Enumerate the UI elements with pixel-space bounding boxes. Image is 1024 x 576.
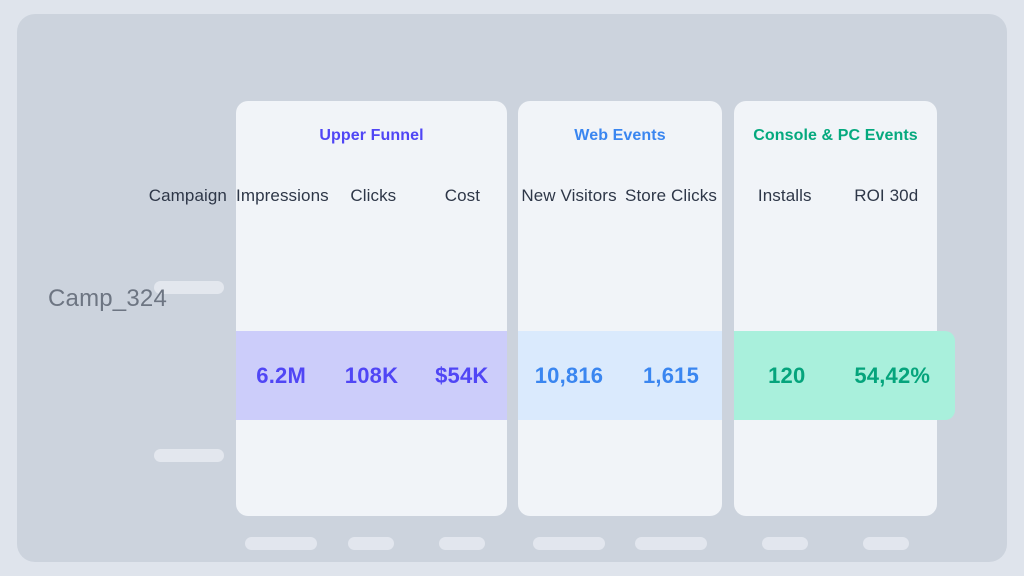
placeholder-cell xyxy=(518,537,620,550)
placeholder-cell xyxy=(620,537,722,550)
column-header-cost[interactable]: Cost xyxy=(418,181,507,211)
campaign-row-placeholder xyxy=(154,449,224,462)
active-data-row-upper-funnel[interactable]: 6.2M 108K $54K xyxy=(236,331,507,420)
metric-group-card-upper-funnel: Upper Funnel Impressions Clicks Cost xyxy=(236,101,507,550)
active-data-row-web-events[interactable]: 10,816 1,615 xyxy=(518,331,722,420)
metric-group-card-web-events: Web Events New Visitors Store Clicks xyxy=(518,101,722,550)
metric-group-title: Console & PC Events xyxy=(753,127,918,144)
value-store-clicks: 1,615 xyxy=(642,362,700,388)
column-header-clicks[interactable]: Clicks xyxy=(329,181,418,211)
placeholder-cell xyxy=(326,537,416,550)
column-header-installs[interactable]: Installs xyxy=(734,181,836,211)
value-clicks: 108K xyxy=(344,362,399,388)
column-header-impressions[interactable]: Impressions xyxy=(236,181,329,211)
value-cost: $54K xyxy=(435,362,489,388)
placeholder-cell xyxy=(836,537,938,550)
campaign-column-header: Campaign xyxy=(148,186,227,205)
value-installs: 120 xyxy=(768,362,806,388)
placeholder-row xyxy=(236,537,507,550)
column-header-row: Impressions Clicks Cost xyxy=(236,181,507,211)
placeholder-cell xyxy=(417,537,507,550)
value-new-visitors: 10,816 xyxy=(534,362,604,388)
placeholder-cell xyxy=(236,537,326,550)
placeholder-cell xyxy=(734,537,836,550)
column-header-row: New Visitors Store Clicks xyxy=(518,181,722,211)
active-data-row-console-pc-events[interactable]: 120 54,42% xyxy=(734,331,955,420)
column-header-store-clicks[interactable]: Store Clicks xyxy=(620,181,722,211)
placeholder-row xyxy=(734,537,937,550)
column-header-roi-30d[interactable]: ROI 30d xyxy=(836,181,938,211)
column-header-new-visitors[interactable]: New Visitors xyxy=(518,181,620,211)
metrics-panel: Campaign Camp_324 Upper Funnel Impressio… xyxy=(17,14,1007,562)
value-roi-30d: 54,42% xyxy=(854,362,931,388)
active-campaign-label[interactable]: Camp_324 xyxy=(0,254,167,344)
value-impressions: 6.2M xyxy=(256,362,307,388)
metric-group-title: Upper Funnel xyxy=(319,127,424,144)
placeholder-row xyxy=(518,537,722,550)
metric-group-card-console-pc-events: Console & PC Events Installs ROI 30d xyxy=(734,101,937,550)
column-header-row: Installs ROI 30d xyxy=(734,181,937,211)
dashboard-stage: Campaign Camp_324 Upper Funnel Impressio… xyxy=(0,0,1024,576)
metric-group-title: Web Events xyxy=(574,127,666,144)
